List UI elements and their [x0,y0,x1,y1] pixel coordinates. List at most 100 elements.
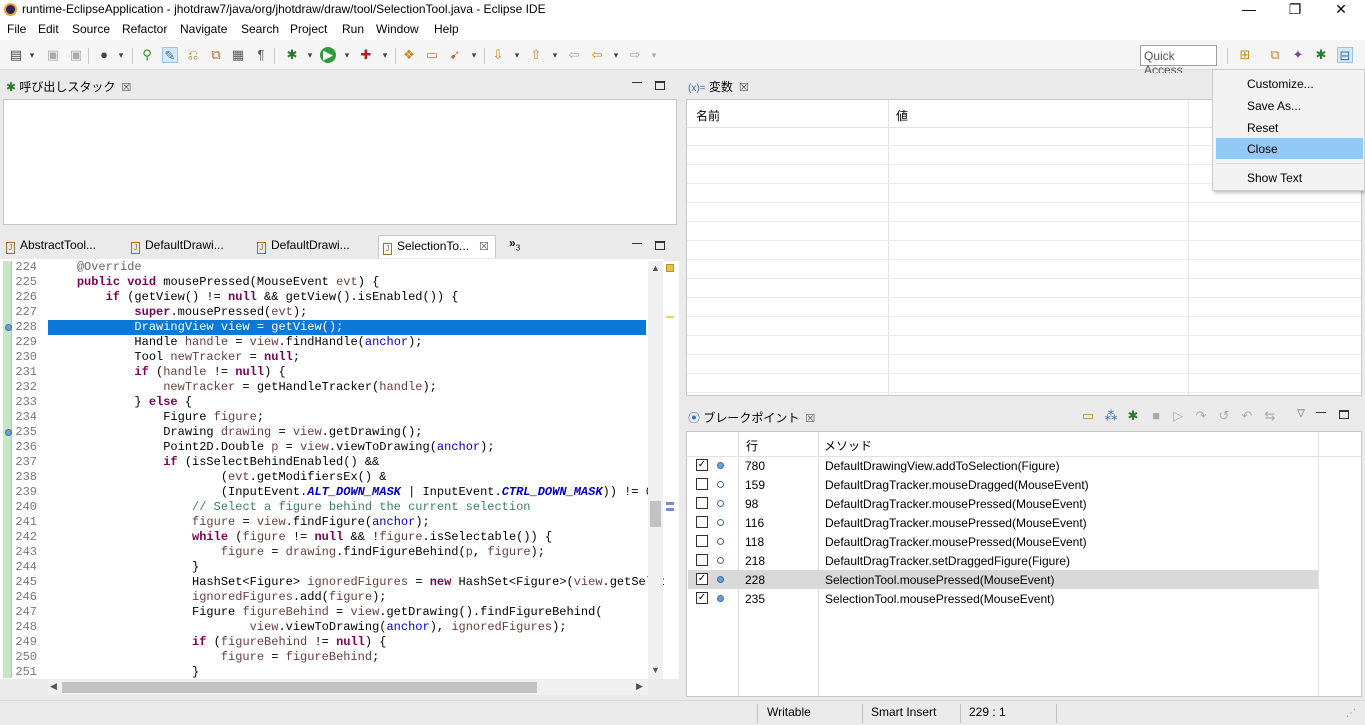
breakpoint-marker-icon[interactable] [5,429,12,436]
resize-grip-icon[interactable]: ⋰ [1346,708,1356,719]
layout-perspective-icon[interactable]: ⊟ [1337,47,1353,63]
plugin-perspective-icon[interactable]: ✦ [1290,47,1306,63]
external-tools-dropdown-icon[interactable]: ▾ [377,47,393,63]
quick-access-field[interactable]: Quick Access [1140,45,1217,77]
search-tool-icon[interactable]: ➹ [447,47,463,63]
open-perspective-icon[interactable]: ⊞ [1237,47,1253,63]
menu-help[interactable]: Help [434,22,459,36]
menu-search[interactable]: Search [241,22,279,36]
breakpoint-row[interactable]: 218 DefaultDragTracker.setDraggedFigure(F… [688,551,1318,570]
tab-defaultdrawingeditor[interactable]: J DefaultDrawi... [257,238,350,254]
breakpoint-marker-icon[interactable] [5,324,12,331]
code-line[interactable]: 230 Tool newTracker = null; [0,350,664,365]
prev-annotation-dropdown-icon[interactable]: ▾ [547,47,563,63]
menu-source[interactable]: Source [72,22,110,36]
close-icon[interactable]: ☒ [121,82,131,94]
breakpoint-row[interactable]: 159 DefaultDragTracker.mouseDragged(Mouse… [688,475,1318,494]
table-row[interactable] [687,203,1361,222]
code-line[interactable]: 228 DrawingView view = getView(); [0,320,664,335]
breakpoint-checkbox[interactable]: ✓ [696,573,708,585]
menu-project[interactable]: Project [290,22,327,36]
back-dropdown-icon[interactable]: ▾ [608,47,624,63]
tab-callstack[interactable]: ✱ 呼び出しスタック ☒ [6,78,131,95]
breakpoint-checkbox[interactable] [696,554,708,566]
last-edit-icon[interactable]: ⇦ [566,47,582,63]
run-icon[interactable]: ▶ [320,47,336,63]
close-icon[interactable]: ☒ [739,82,749,94]
menu-item-show-text[interactable]: Show Text [1216,167,1363,188]
breakpoint-checkbox[interactable]: ✓ [696,459,708,471]
table-row[interactable] [687,336,1361,355]
external-tools-icon[interactable]: ✚ [358,47,374,63]
toggle-breakpoint-icon[interactable]: ⚲ [139,47,155,63]
maximize-icon[interactable] [655,241,665,250]
breakpoint-row[interactable]: 118 DefaultDragTracker.mousePressed(Mouse… [688,532,1318,551]
breakpoint-checkbox[interactable] [696,478,708,490]
tab-overflow[interactable]: »3 [509,236,520,252]
code-line[interactable]: 227 super.mousePressed(evt); [0,305,664,320]
breakpoint-row[interactable]: ✓ 780 DefaultDrawingView.addToSelection(Fi… [688,456,1318,475]
table-row[interactable] [687,298,1361,317]
code-line[interactable]: 224 @Override [0,260,664,275]
new-package-icon[interactable]: ❖ [401,47,417,63]
table-row[interactable] [687,241,1361,260]
breakpoint-row[interactable]: 98 DefaultDragTracker.mousePressed(MouseE… [688,494,1318,513]
code-line[interactable]: 232 newTracker = getHandleTracker(handle… [0,380,664,395]
minimize-icon[interactable] [1316,412,1326,414]
go-to-file-icon[interactable]: ▭ [1080,408,1096,424]
show-breakpoints-icon[interactable]: ⁂ [1103,408,1119,424]
tab-abstracttool[interactable]: J AbstractTool... [6,238,96,254]
breakpoint-checkbox[interactable] [696,535,708,547]
breakpoint-checkbox[interactable] [696,516,708,528]
prev-annotation-icon[interactable]: ⇧ [528,47,544,63]
link-icon[interactable]: ⎌ [185,47,201,63]
close-window-button[interactable]: ✕ [1318,0,1364,20]
menu-item-save-as[interactable]: Save As... [1216,95,1363,116]
close-icon[interactable]: ☒ [479,241,489,253]
next-annotation-icon[interactable]: ⇩ [490,47,506,63]
step-over-icon[interactable]: ↺ [1216,408,1232,424]
forward-icon[interactable]: ⇨ [627,47,643,63]
code-line[interactable]: 236 Point2D.Double p = view.viewToDrawin… [0,440,664,455]
breakpoint-checkbox[interactable]: ✓ [696,592,708,604]
step-into-icon[interactable]: ↷ [1193,408,1209,424]
menu-file[interactable]: File [7,22,26,36]
debug-icon[interactable]: ✱ [1125,408,1141,424]
scroll-thumb[interactable] [62,682,537,693]
breakpoint-row[interactable]: ✓ 228 SelectionTool.mousePressed(MouseEven… [688,570,1318,589]
menu-navigate[interactable]: Navigate [180,22,227,36]
minimize-icon[interactable] [632,243,642,245]
table-row[interactable] [687,222,1361,241]
menu-item-reset[interactable]: Reset [1216,117,1363,138]
pilcrow-icon[interactable]: ¶ [253,47,269,63]
column-header-method[interactable]: メソッド [824,437,872,454]
menu-window[interactable]: Window [376,22,419,36]
breakpoint-checkbox[interactable] [696,497,708,509]
menu-run[interactable]: Run [342,22,364,36]
open-folder-icon[interactable]: ▭ [424,47,440,63]
maximize-icon[interactable] [655,81,665,90]
new-icon[interactable]: ▤ [8,47,24,63]
column-header-name[interactable]: 名前 [696,107,720,124]
close-icon[interactable]: ☒ [805,413,815,425]
table-row[interactable] [687,355,1361,374]
code-line[interactable]: 234 Figure figure; [0,410,664,425]
debug-perspective-icon[interactable]: ✱ [1313,47,1329,63]
code-line[interactable]: 250 figure = figureBehind; [0,650,664,665]
step-return-icon[interactable]: ↶ [1239,408,1255,424]
menu-edit[interactable]: Edit [38,22,59,36]
run-dropdown-icon[interactable]: ▾ [339,47,355,63]
table-row[interactable] [687,279,1361,298]
column-header-value[interactable]: 値 [896,107,908,124]
code-line[interactable]: 249 if (figureBehind != null) { [0,635,664,650]
code-line[interactable]: 226 if (getView() != null && getView().i… [0,290,664,305]
debug-icon[interactable]: ✱ [284,47,300,63]
code-line[interactable]: 229 Handle handle = view.findHandle(anch… [0,335,664,350]
search-dropdown-icon[interactable]: ▾ [466,47,482,63]
minimize-button[interactable]: — [1226,0,1272,20]
terminate-icon[interactable]: ■ [1148,408,1164,424]
open-type-icon[interactable]: ⧉ [208,47,224,63]
table-row[interactable] [687,317,1361,336]
breakpoint-row[interactable]: ✓ 235 SelectionTool.mousePressed(MouseEven… [688,589,1318,608]
code-line[interactable]: 235 Drawing drawing = view.getDrawing(); [0,425,664,440]
